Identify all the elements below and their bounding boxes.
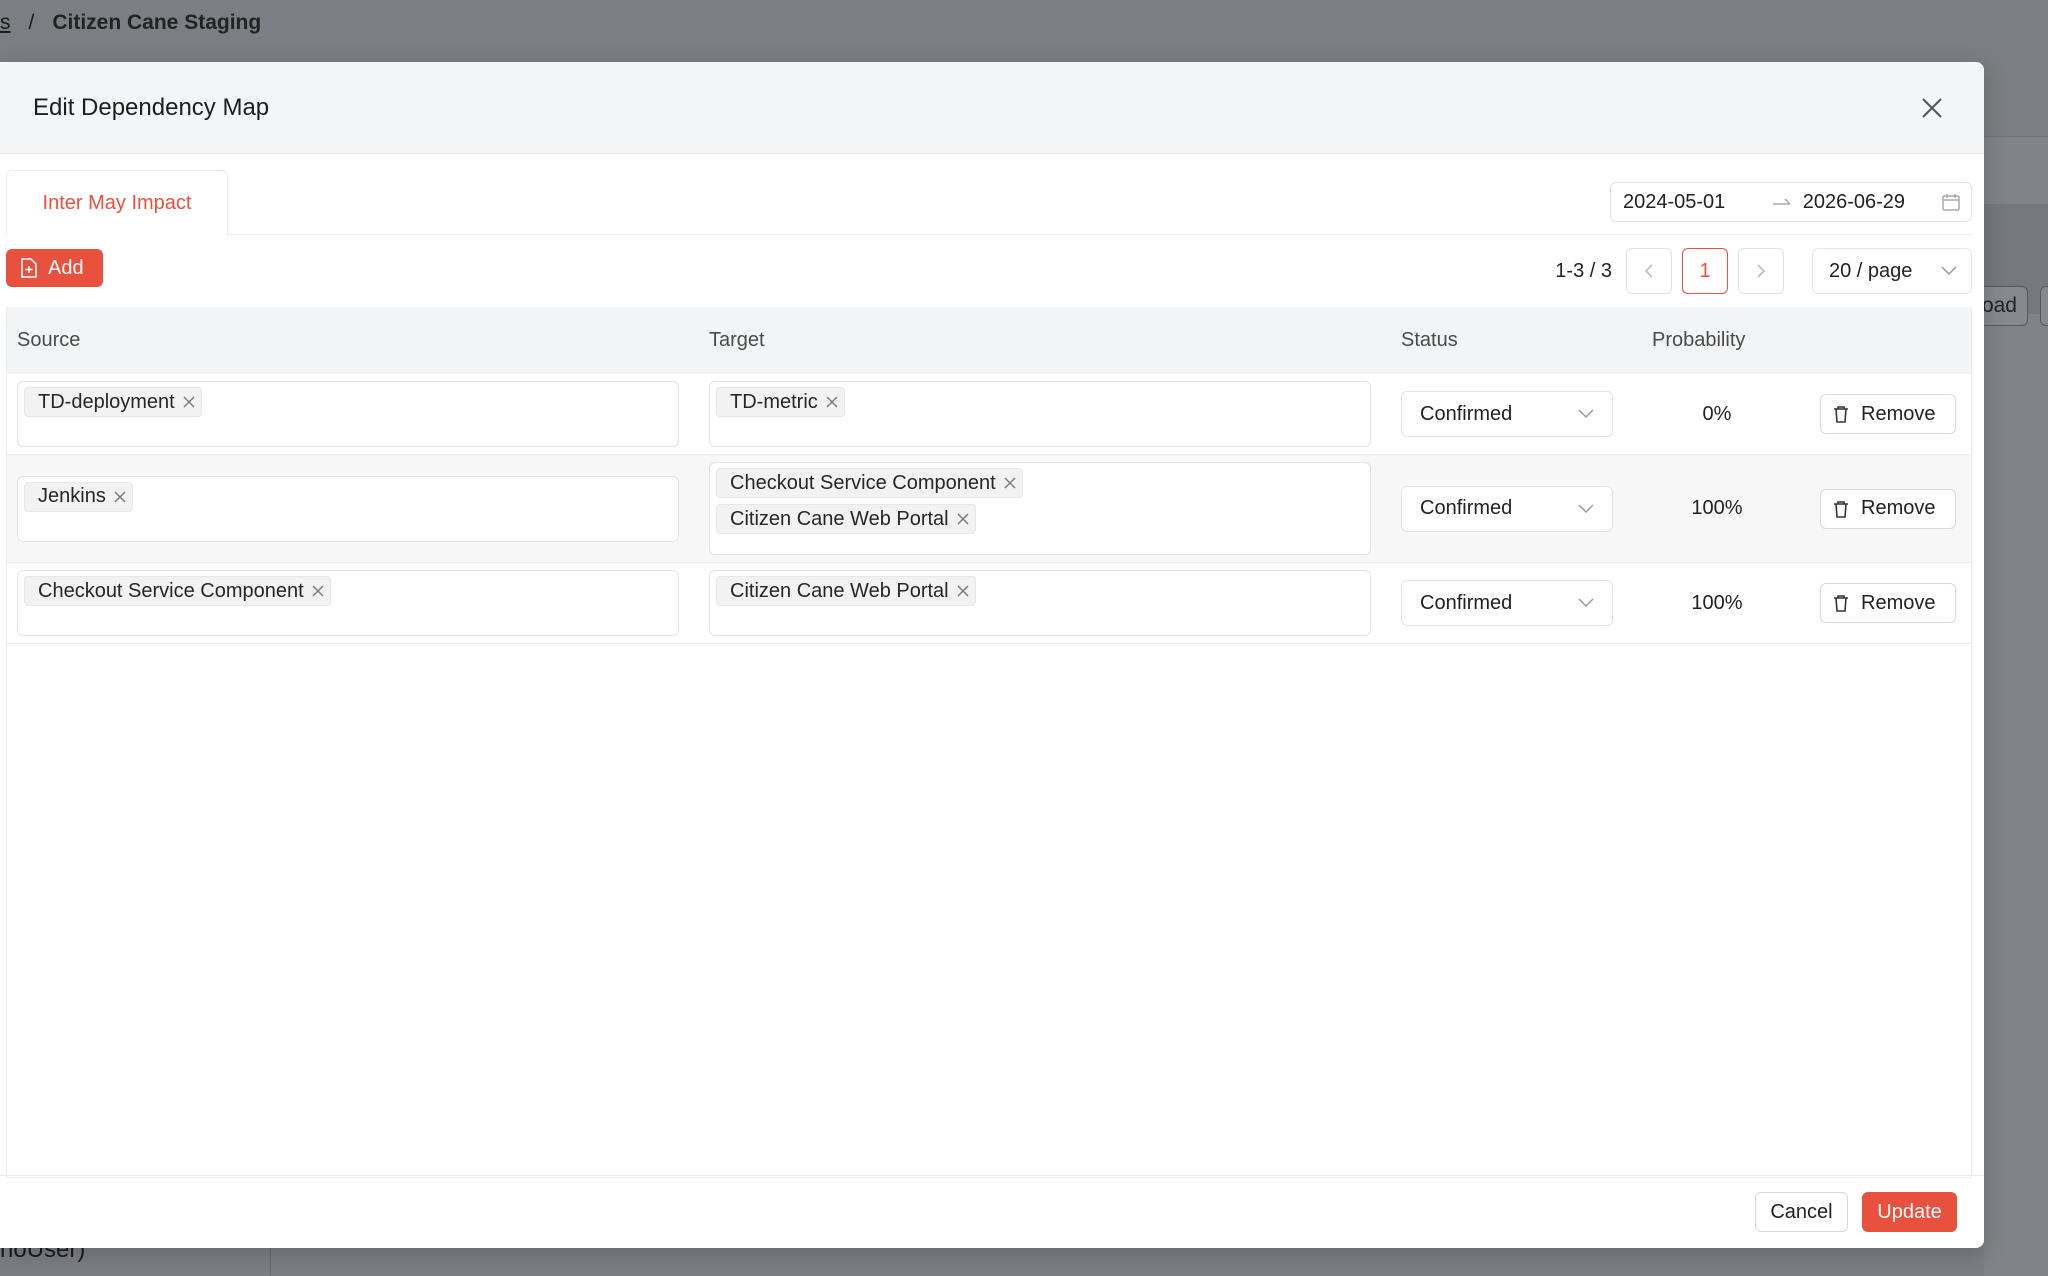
next-page-button[interactable] xyxy=(1738,248,1784,294)
remove-button[interactable]: Remove xyxy=(1820,488,1956,529)
breadcrumb-separator: / xyxy=(28,11,35,34)
remove-button-label: Remove xyxy=(1861,402,1936,425)
chevron-right-icon xyxy=(1757,264,1766,278)
source-select[interactable]: Jenkins xyxy=(17,475,679,542)
status-value: Confirmed xyxy=(1420,497,1513,519)
status-value: Confirmed xyxy=(1420,591,1513,614)
background-header-band xyxy=(1984,62,2048,137)
trash-icon xyxy=(1834,595,1848,612)
date-range-picker[interactable]: 2024-05-01 2026-06-29 xyxy=(1610,182,1972,222)
chevron-down-icon xyxy=(1578,598,1594,608)
background-load-label: oad xyxy=(1981,294,2017,317)
source-tag: Checkout Service Component xyxy=(24,576,331,606)
column-header-probability: Probability xyxy=(1652,329,1746,351)
remove-button[interactable]: Remove xyxy=(1820,583,1956,623)
source-tag-label: Checkout Service Component xyxy=(38,579,304,602)
update-button[interactable]: Update xyxy=(1862,1192,1957,1232)
source-tag-label: Jenkins xyxy=(38,485,106,507)
table-row: Jenkins Checkout Service Component Citiz… xyxy=(7,455,1971,563)
column-header-status: Status xyxy=(1401,329,1458,351)
cancel-button[interactable]: Cancel xyxy=(1755,1192,1848,1232)
target-tag-label: Citizen Cane Web Portal xyxy=(730,507,949,530)
date-end[interactable]: 2026-06-29 xyxy=(1803,191,1941,214)
table-toolbar: Add 1-3 / 3 1 20 / page xyxy=(6,247,1972,297)
calendar-icon xyxy=(1941,192,1961,212)
close-button[interactable] xyxy=(1912,88,1952,128)
source-select[interactable]: Checkout Service Component xyxy=(17,570,679,636)
page-size-select[interactable]: 20 / page xyxy=(1812,248,1972,294)
probability-value: 100% xyxy=(1691,591,1743,614)
target-tag-label: Checkout Service Component xyxy=(730,471,996,494)
remove-button[interactable]: Remove xyxy=(1820,394,1956,434)
target-tag-label: Citizen Cane Web Portal xyxy=(730,579,949,602)
column-header-target: Target xyxy=(709,329,765,351)
chevron-down-icon xyxy=(1941,266,1957,276)
target-select[interactable]: Citizen Cane Web Portal xyxy=(709,570,1371,636)
pagination-range: 1-3 / 3 xyxy=(1555,259,1612,282)
chevron-left-icon xyxy=(1644,264,1653,278)
arrow-right-icon xyxy=(1761,196,1802,208)
edit-dependency-modal: Edit Dependency Map Inter May Impact 202… xyxy=(0,62,1984,1248)
background-divider xyxy=(270,1248,271,1276)
add-button[interactable]: Add xyxy=(6,249,103,287)
status-select[interactable]: Confirmed xyxy=(1401,391,1613,437)
chevron-down-icon xyxy=(1578,503,1594,513)
target-tag: Citizen Cane Web Portal xyxy=(716,576,976,606)
background-page-strip xyxy=(1984,62,2048,1276)
breadcrumb-link[interactable]: s xyxy=(0,11,11,35)
trash-icon xyxy=(1834,500,1848,518)
probability-value: 0% xyxy=(1702,402,1732,425)
tab-inter-may-impact[interactable]: Inter May Impact xyxy=(6,170,228,236)
status-value: Confirmed xyxy=(1420,402,1513,425)
tag-remove-icon[interactable] xyxy=(183,396,195,408)
dependency-table: Source Target Status Probability TD-depl… xyxy=(6,307,1972,1178)
remove-button-label: Remove xyxy=(1861,497,1936,519)
status-select[interactable]: Confirmed xyxy=(1401,485,1613,532)
target-tag-label: TD-metric xyxy=(730,390,818,413)
tag-remove-icon[interactable] xyxy=(957,585,969,597)
column-header-source: Source xyxy=(17,329,81,351)
target-tag: TD-metric xyxy=(716,387,845,417)
trash-icon xyxy=(1834,406,1848,423)
page-size-value: 20 / page xyxy=(1829,259,1913,282)
modal-footer: Cancel Update xyxy=(0,1175,1984,1248)
pagination: 1-3 / 3 1 20 / page xyxy=(1555,247,1972,295)
prev-page-button[interactable] xyxy=(1626,248,1672,294)
target-tag: Checkout Service Component xyxy=(716,468,1023,498)
breadcrumb: s / Citizen Cane Staging xyxy=(0,8,261,38)
tag-remove-icon[interactable] xyxy=(312,585,324,597)
source-select[interactable]: TD-deployment xyxy=(17,381,679,447)
add-file-icon xyxy=(21,258,37,278)
tag-remove-icon[interactable] xyxy=(826,396,838,408)
remove-button-label: Remove xyxy=(1861,591,1936,614)
tag-remove-icon[interactable] xyxy=(957,513,969,525)
table-row: TD-deployment TD-metric Confirmed 0% Rem… xyxy=(7,374,1971,455)
status-select[interactable]: Confirmed xyxy=(1401,580,1613,626)
modal-header: Edit Dependency Map xyxy=(0,62,1984,154)
breadcrumb-current: Citizen Cane Staging xyxy=(52,11,262,34)
close-icon xyxy=(1922,97,1942,118)
tabs-bar: Inter May Impact 2024-05-01 2026-06-29 xyxy=(6,167,1972,236)
date-start[interactable]: 2024-05-01 xyxy=(1623,191,1761,214)
target-select[interactable]: TD-metric xyxy=(709,381,1371,447)
table-header: Source Target Status Probability xyxy=(7,307,1971,374)
background-extra-button[interactable] xyxy=(2040,286,2048,326)
tag-remove-icon[interactable] xyxy=(1004,477,1016,489)
target-select[interactable]: Checkout Service Component Citizen Cane … xyxy=(709,462,1371,555)
source-tag: TD-deployment xyxy=(24,387,202,417)
add-button-label: Add xyxy=(48,256,84,279)
table-row: Checkout Service Component Citizen Cane … xyxy=(7,563,1971,644)
probability-value: 100% xyxy=(1691,497,1743,519)
source-tag-label: TD-deployment xyxy=(38,390,175,413)
source-tag: Jenkins xyxy=(24,481,133,512)
target-tag: Citizen Cane Web Portal xyxy=(716,504,976,534)
modal-title: Edit Dependency Map xyxy=(33,93,270,121)
page-1-button[interactable]: 1 xyxy=(1682,248,1728,294)
tag-remove-icon[interactable] xyxy=(114,491,126,503)
chevron-down-icon xyxy=(1578,409,1594,419)
